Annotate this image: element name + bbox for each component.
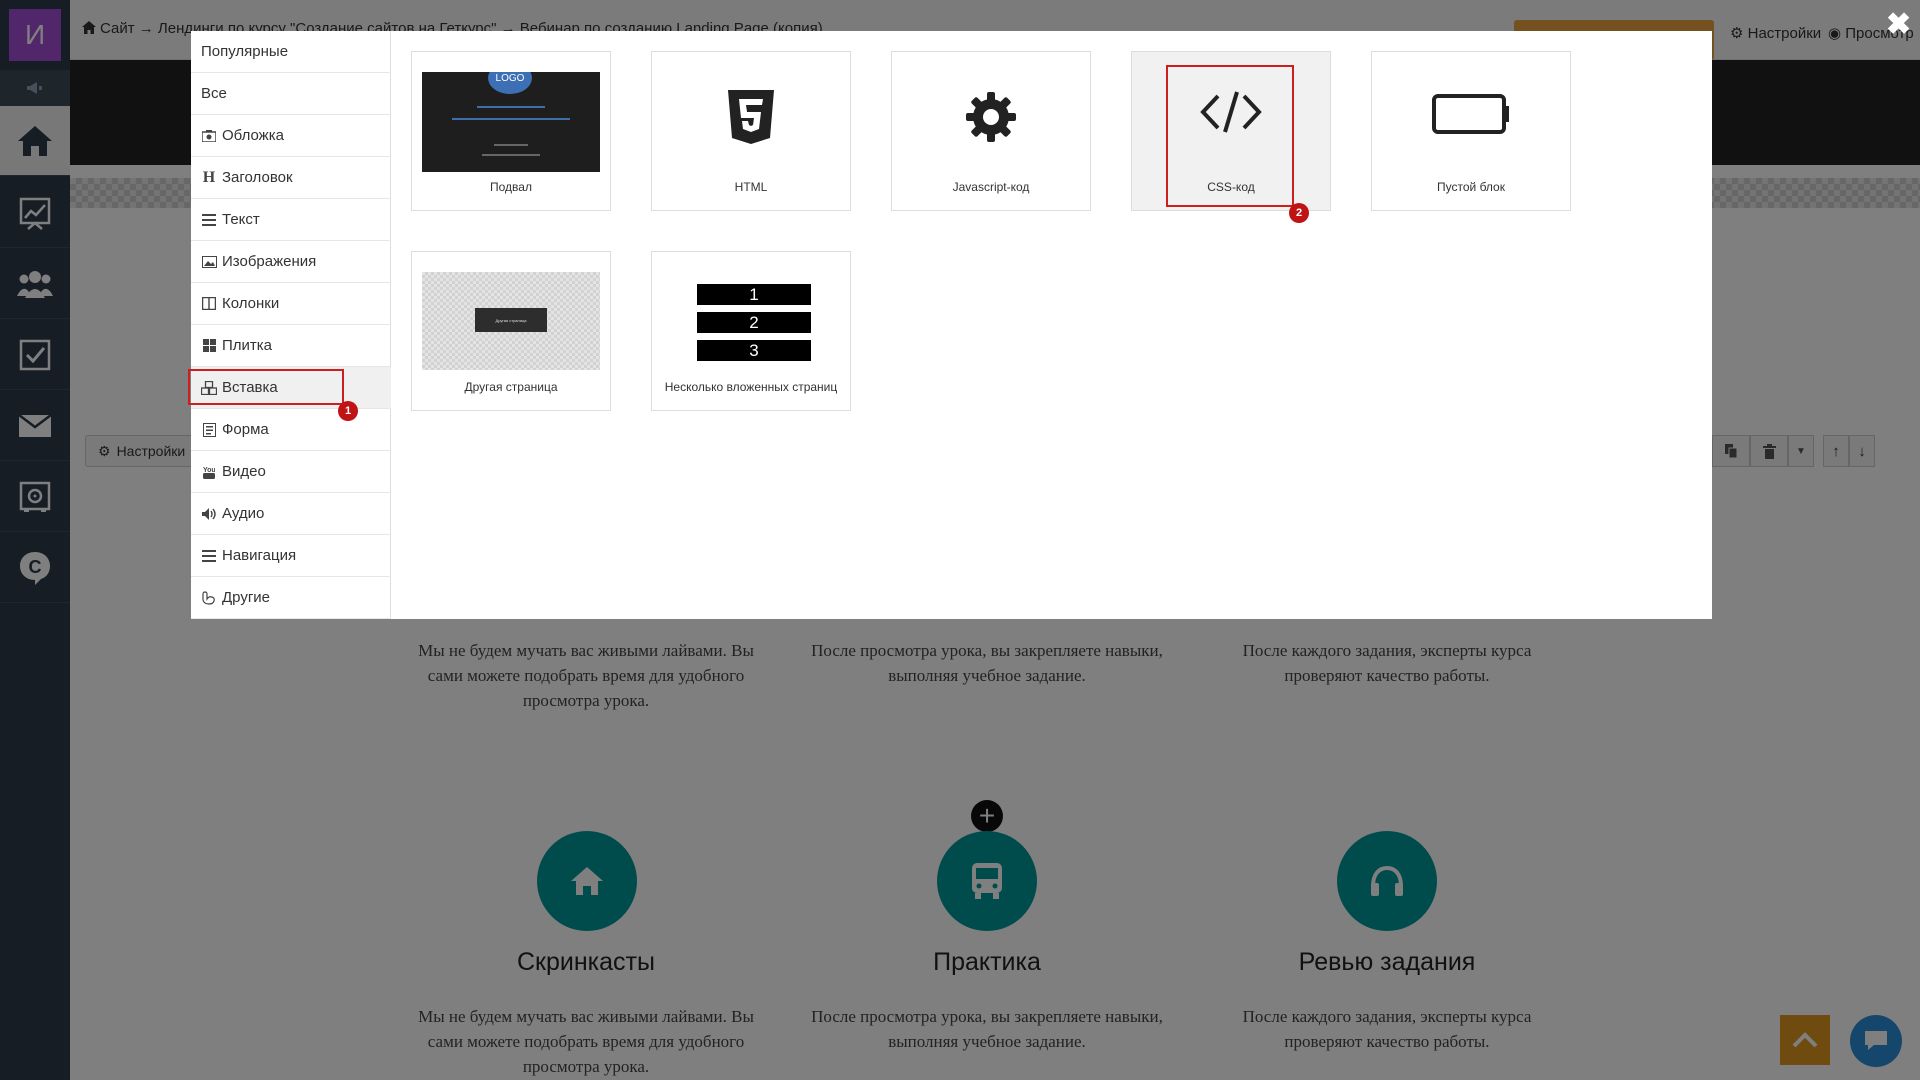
image-icon bbox=[201, 255, 217, 268]
form-icon bbox=[201, 422, 217, 437]
menu-item-label: Форма bbox=[222, 421, 269, 438]
battery-empty-icon bbox=[1372, 90, 1570, 138]
lines-icon bbox=[201, 213, 217, 226]
block-category-menu: Популярные Все Обложка H Заголовок Текст… bbox=[191, 31, 391, 619]
menu-item-label: Плитка bbox=[222, 337, 273, 354]
tile-label: Подвал bbox=[490, 180, 532, 194]
embed-highlight-box bbox=[188, 369, 344, 405]
block-tile-html[interactable]: HTML bbox=[651, 51, 851, 211]
menu-item-label: Другие bbox=[222, 589, 271, 606]
menu-item-video[interactable]: You Видео bbox=[191, 451, 391, 493]
page-preview: Другая страница bbox=[422, 272, 600, 370]
menu-item-form[interactable]: Форма bbox=[191, 409, 391, 451]
menu-item-header[interactable]: H Заголовок bbox=[191, 157, 391, 199]
nested-page-1: 1 bbox=[697, 284, 811, 305]
tile-label: Другая страница bbox=[464, 380, 558, 394]
menu-item-all[interactable]: Все bbox=[191, 73, 391, 115]
nested-page-2: 2 bbox=[697, 312, 811, 333]
menu-item-label: Текст bbox=[222, 211, 260, 228]
tile-label: Javascript-код bbox=[952, 180, 1030, 194]
block-tile-footer[interactable]: LOGO Подвал bbox=[411, 51, 611, 211]
menu-item-label: Заголовок bbox=[222, 169, 293, 186]
close-icon[interactable]: ✖ bbox=[1886, 10, 1911, 40]
page-preview-button-label: Другая страница bbox=[495, 317, 527, 323]
menu-item-images[interactable]: Изображения bbox=[191, 241, 391, 283]
step-marker: 1 bbox=[338, 401, 358, 421]
bars-icon bbox=[201, 549, 217, 562]
footer-preview-logo: LOGO bbox=[488, 72, 532, 94]
tile-label: Несколько вложенных страниц bbox=[664, 380, 838, 394]
footer-preview: LOGO bbox=[422, 72, 600, 172]
menu-item-popular[interactable]: Популярные bbox=[191, 31, 391, 73]
menu-item-navigation[interactable]: Навигация bbox=[191, 535, 391, 577]
css-highlight-box bbox=[1166, 65, 1294, 207]
menu-item-label: Навигация bbox=[222, 547, 297, 564]
svg-text:You: You bbox=[203, 467, 215, 474]
nested-pages-preview: 1 2 3 bbox=[697, 284, 811, 361]
page-preview-button: Другая страница bbox=[475, 308, 547, 332]
columns-icon bbox=[201, 297, 217, 310]
add-block-modal: Популярные Все Обложка H Заголовок Текст… bbox=[188, 31, 1712, 619]
block-tile-empty[interactable]: Пустой блок bbox=[1371, 51, 1571, 211]
menu-item-label: Изображения bbox=[222, 253, 317, 270]
menu-item-cover[interactable]: Обложка bbox=[191, 115, 391, 157]
tiles-icon bbox=[201, 339, 217, 352]
paw-icon bbox=[201, 590, 217, 605]
html5-icon bbox=[652, 90, 850, 144]
block-tile-other-page[interactable]: Другая страница Другая страница bbox=[411, 251, 611, 411]
header-icon: H bbox=[202, 168, 216, 186]
menu-item-label: Видео bbox=[222, 463, 266, 480]
menu-item-text[interactable]: Текст bbox=[191, 199, 391, 241]
menu-item-tiles[interactable]: Плитка bbox=[191, 325, 391, 367]
menu-item-columns[interactable]: Колонки bbox=[191, 283, 391, 325]
menu-item-label: Все bbox=[201, 85, 227, 102]
volume-icon bbox=[201, 507, 217, 520]
footer-logo-text: LOGO bbox=[495, 72, 525, 84]
menu-item-label: Популярные bbox=[201, 43, 289, 60]
block-tile-nested-pages[interactable]: 1 2 3 Несколько вложенных страниц bbox=[651, 251, 851, 411]
tile-label: Пустой блок bbox=[1437, 180, 1505, 194]
menu-item-other[interactable]: Другие bbox=[191, 577, 391, 619]
step-marker: 2 bbox=[1289, 203, 1309, 223]
menu-item-audio[interactable]: Аудио bbox=[191, 493, 391, 535]
nested-page-3: 3 bbox=[697, 340, 811, 361]
youtube-icon: You bbox=[201, 465, 217, 479]
tile-label: HTML bbox=[734, 180, 768, 194]
menu-item-label: Колонки bbox=[222, 295, 280, 312]
menu-item-label: Обложка bbox=[222, 127, 284, 144]
block-tile-javascript[interactable]: Javascript-код bbox=[891, 51, 1091, 211]
camera-icon bbox=[201, 129, 217, 142]
menu-item-label: Аудио bbox=[222, 505, 265, 522]
gear-icon bbox=[892, 90, 1090, 144]
